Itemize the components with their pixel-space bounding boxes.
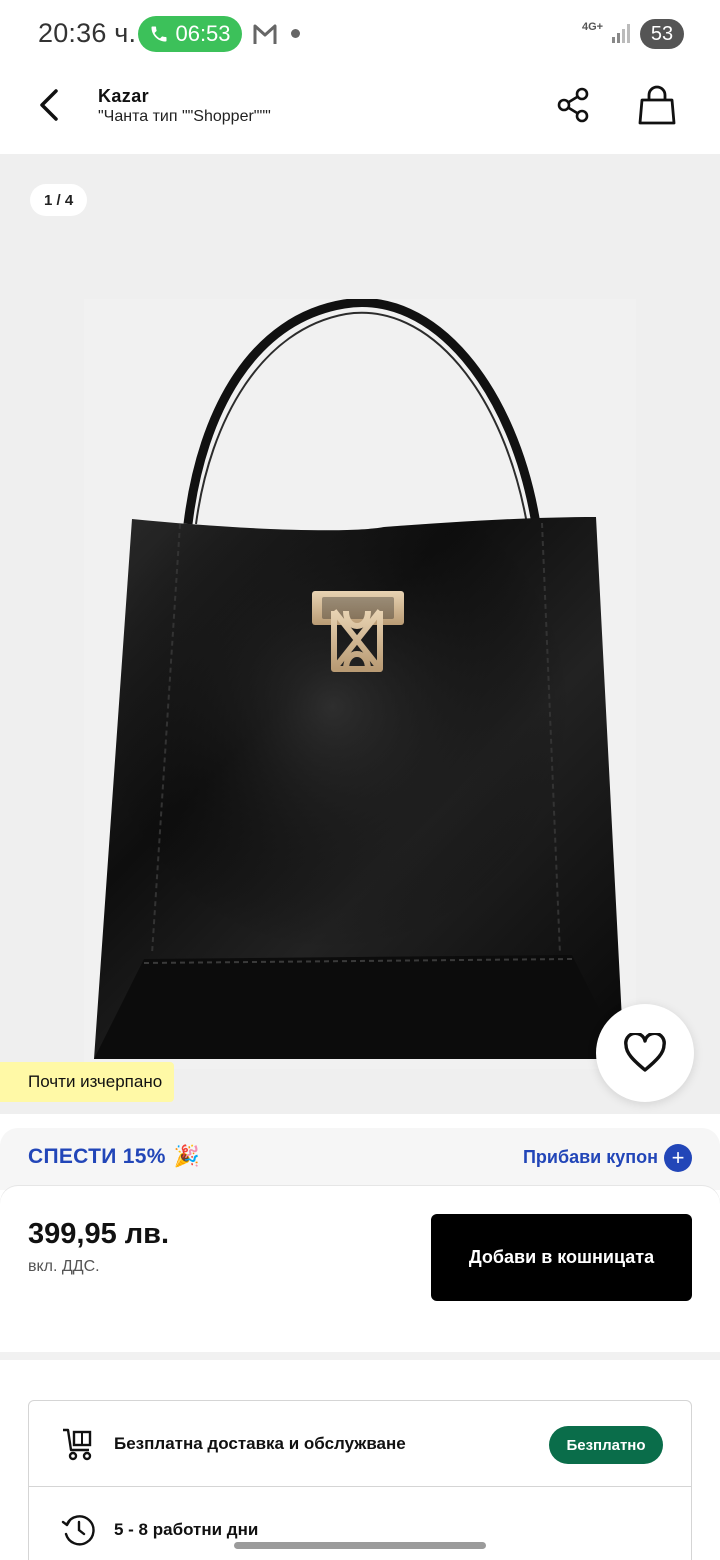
free-delivery-text: Безплатна доставка и обслужване — [114, 1434, 406, 1453]
plus-icon[interactable]: + — [664, 1144, 692, 1172]
product-title: "Чанта тип ""Shopper""" — [98, 108, 271, 125]
heart-icon — [624, 1033, 666, 1072]
product-image[interactable] — [84, 299, 636, 1069]
party-popper-icon: 🎉 — [173, 1145, 201, 1168]
wishlist-button[interactable] — [596, 1004, 694, 1102]
shopping-bag-icon — [638, 85, 676, 125]
savings-strip: СПЕСТИ 15% 🎉 Прибави купон + — [0, 1128, 720, 1190]
price-box: 399,95 лв. вкл. ДДС. Добави в кошницата — [0, 1186, 720, 1352]
signal-icon — [612, 24, 630, 43]
app-header: Kazar "Чанта тип ""Shopper""" — [0, 68, 720, 154]
gmail-icon — [253, 24, 277, 44]
free-badge: Безплатно — [549, 1426, 663, 1464]
product-price: 399,95 лв. — [28, 1218, 170, 1250]
status-time: 20:36 ч. — [38, 18, 137, 48]
status-bar: 20:36 ч. 06:53 4G+ 53 — [0, 0, 720, 68]
delivery-time-text: 5 - 8 работни дни — [114, 1520, 259, 1539]
delivery-cart-icon — [63, 1428, 92, 1461]
stock-status-badge: Почти изчерпано — [0, 1062, 175, 1102]
add-coupon-link[interactable]: Прибави купон — [523, 1147, 658, 1168]
back-button[interactable] — [26, 80, 72, 130]
savings-text: СПЕСТИ 15% — [28, 1145, 166, 1168]
ongoing-call-pill[interactable]: 06:53 — [138, 16, 242, 52]
vat-note: вкл. ДДС. — [28, 1258, 100, 1275]
savings-label: СПЕСТИ 15% 🎉 — [28, 1145, 200, 1169]
share-icon — [557, 87, 589, 123]
back-arrow-icon — [40, 89, 58, 121]
call-duration: 06:53 — [175, 21, 231, 46]
shopping-bag-button[interactable] — [634, 80, 680, 130]
phone-icon — [151, 26, 167, 42]
image-counter: 1 / 4 — [30, 184, 88, 216]
delivery-info-card: Безплатна доставка и обслужване Безплатн… — [28, 1400, 692, 1560]
clock-icon — [61, 1515, 95, 1546]
delivery-row-time: 5 - 8 работни дни — [29, 1487, 691, 1560]
delivery-row-shipping: Безплатна доставка и обслужване Безплатн… — [29, 1401, 691, 1487]
section-divider — [0, 1352, 720, 1360]
home-indicator[interactable] — [234, 1542, 486, 1549]
network-type: 4G+ — [582, 21, 604, 33]
add-to-cart-button[interactable]: Добави в кошницата — [431, 1214, 692, 1301]
share-button[interactable] — [552, 84, 594, 126]
notification-dot — [291, 29, 300, 38]
brand-name: Kazar — [98, 86, 150, 106]
product-gallery[interactable]: 1 / 4 Почти изчерпано — [0, 154, 720, 1114]
battery-indicator: 53 — [640, 19, 684, 49]
